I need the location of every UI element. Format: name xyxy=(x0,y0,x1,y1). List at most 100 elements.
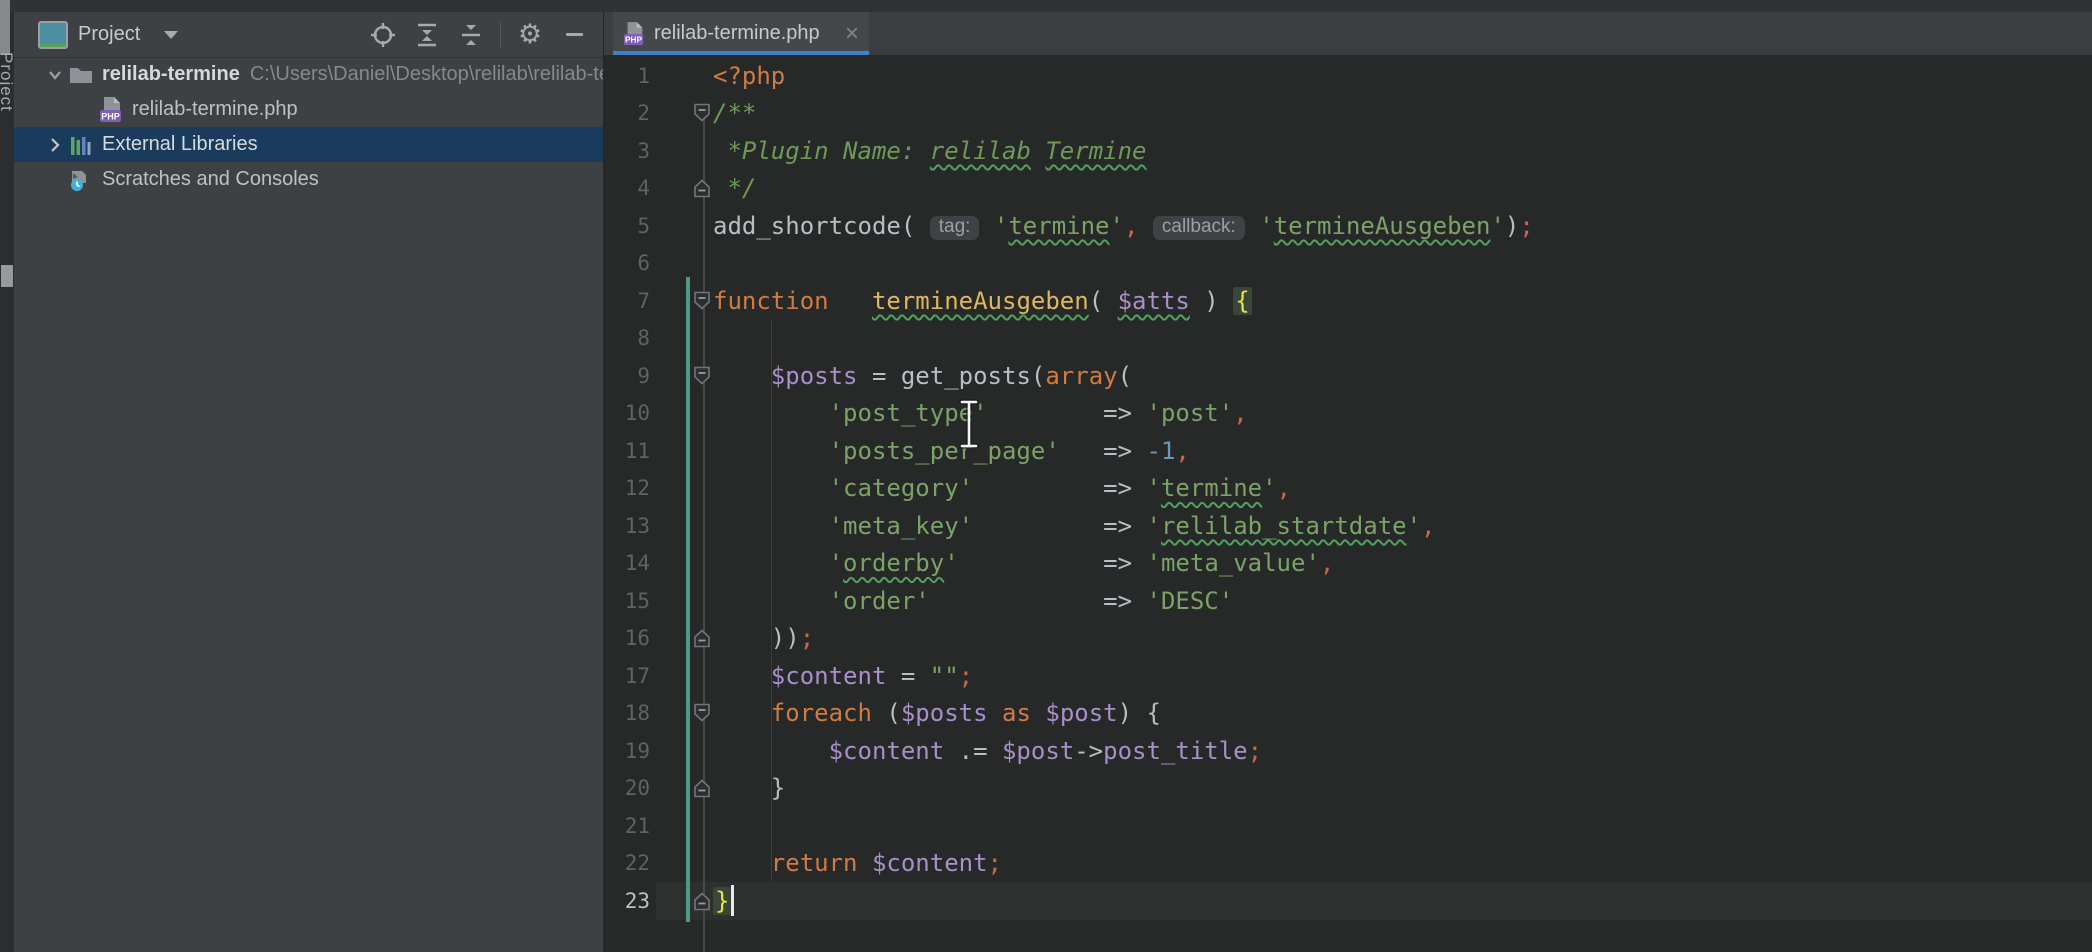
tab-relilab-termine-php[interactable]: PHP relilab-termine.php × xyxy=(613,12,869,55)
line-number[interactable]: 5 xyxy=(604,214,650,238)
code-text: )); xyxy=(713,624,814,652)
tree-item-scratches[interactable]: Scratches and Consoles xyxy=(14,162,603,197)
line-number[interactable]: 10 xyxy=(604,401,650,425)
line-number[interactable]: 12 xyxy=(604,476,650,500)
code-editor[interactable]: 1<?php2/**3 *Plugin Name: relilab Termin… xyxy=(604,55,2092,952)
libraries-icon xyxy=(68,132,94,158)
line-number[interactable]: 19 xyxy=(604,739,650,763)
fold-end-marker[interactable] xyxy=(692,777,712,799)
fold-end-marker[interactable] xyxy=(692,627,712,649)
code-line[interactable]: 20 } xyxy=(604,770,2092,808)
fold-start-marker[interactable] xyxy=(692,102,712,124)
code-line[interactable]: 15 'order' => 'DESC' xyxy=(604,582,2092,620)
code-line[interactable]: 14 'orderby' => 'meta_value', xyxy=(604,545,2092,583)
line-number[interactable]: 9 xyxy=(604,364,650,388)
project-panel: Project ⚙ relilab- xyxy=(14,12,603,952)
fold-end-marker[interactable] xyxy=(692,890,712,912)
folder-icon xyxy=(68,62,94,88)
tool-window-stripe: Project xyxy=(0,12,14,952)
code-line[interactable]: 18 foreach ($posts as $post) { xyxy=(604,695,2092,733)
scratches-icon xyxy=(68,167,94,193)
tree-item-label: relilab-termine xyxy=(102,63,240,86)
fold-start-marker[interactable] xyxy=(692,702,712,724)
line-number[interactable]: 20 xyxy=(604,776,650,800)
line-number[interactable]: 21 xyxy=(604,814,650,838)
code-text: $content = ""; xyxy=(713,662,973,690)
code-line[interactable]: 4 */ xyxy=(604,170,2092,208)
close-icon[interactable]: × xyxy=(845,22,859,46)
line-number[interactable]: 4 xyxy=(604,176,650,200)
hide-panel-icon[interactable] xyxy=(559,20,589,50)
line-number[interactable]: 11 xyxy=(604,439,650,463)
code-text: foreach ($posts as $post) { xyxy=(713,699,1161,727)
code-text: $content .= $post->post_title; xyxy=(713,737,1262,765)
chevron-right-icon[interactable] xyxy=(42,137,68,153)
line-number[interactable]: 17 xyxy=(604,664,650,688)
stripe-corner-block xyxy=(0,0,10,55)
code-line[interactable]: 17 $content = ""; xyxy=(604,657,2092,695)
chevron-down-icon[interactable] xyxy=(42,67,68,83)
code-text: function termineAusgeben( $atts ) { xyxy=(713,287,1252,315)
editor-lines: 1<?php2/**3 *Plugin Name: relilab Termin… xyxy=(604,57,2092,920)
tree-item-external-libraries[interactable]: External Libraries xyxy=(14,127,603,162)
toolbar-separator xyxy=(500,22,501,48)
line-number[interactable]: 3 xyxy=(604,139,650,163)
code-line[interactable]: 22 return $content; xyxy=(604,845,2092,883)
line-number[interactable]: 8 xyxy=(604,326,650,350)
line-number[interactable]: 6 xyxy=(604,251,650,275)
code-line[interactable]: 7 function termineAusgeben( $atts ) { xyxy=(604,282,2092,320)
line-number[interactable]: 7 xyxy=(604,289,650,313)
svg-text:PHP: PHP xyxy=(101,111,120,121)
code-line[interactable]: 10 'post_type' => 'post', xyxy=(604,395,2092,433)
editor-caret xyxy=(731,885,734,916)
ide-window: { "stripe": { "tool_label": "Project" },… xyxy=(0,0,2092,952)
code-text: 'order' => 'DESC' xyxy=(713,587,1233,615)
code-line[interactable]: 16 )); xyxy=(604,620,2092,658)
line-number[interactable]: 14 xyxy=(604,551,650,575)
project-window-icon xyxy=(38,21,68,49)
code-line[interactable]: 2/** xyxy=(604,95,2092,133)
code-line[interactable]: 13 'meta_key' => 'relilab_startdate', xyxy=(604,507,2092,545)
line-number[interactable]: 23 xyxy=(604,889,650,913)
code-line[interactable]: 9 $posts = get_posts(array( xyxy=(604,357,2092,395)
code-line[interactable]: 11 'posts_per_page' => -1, xyxy=(604,432,2092,470)
code-line[interactable]: 6 xyxy=(604,245,2092,283)
line-number[interactable]: 1 xyxy=(604,64,650,88)
php-file-icon: PHP xyxy=(98,97,124,123)
code-line[interactable]: 3 *Plugin Name: relilab Termine xyxy=(604,132,2092,170)
tree-item-label: Scratches and Consoles xyxy=(102,168,319,191)
locate-file-icon[interactable] xyxy=(368,20,398,50)
code-text: $posts = get_posts(array( xyxy=(713,362,1132,390)
code-text: 'posts_per_page' => -1, xyxy=(713,437,1190,465)
svg-text:PHP: PHP xyxy=(625,35,642,44)
line-number[interactable]: 15 xyxy=(604,589,650,613)
tree-item-php-file[interactable]: PHP relilab-termine.php xyxy=(14,92,603,127)
code-text: } xyxy=(713,887,731,915)
project-panel-title[interactable]: Project xyxy=(78,23,140,46)
stripe-tool-icon[interactable] xyxy=(1,265,13,287)
line-number[interactable]: 18 xyxy=(604,701,650,725)
tab-label: relilab-termine.php xyxy=(654,22,820,45)
chevron-down-icon[interactable] xyxy=(164,31,178,39)
tree-item-root-folder[interactable]: relilab-termine C:\Users\Daniel\Desktop\… xyxy=(14,57,603,92)
line-number[interactable]: 22 xyxy=(604,851,650,875)
tree-item-path: C:\Users\Daniel\Desktop\relilab\relilab-… xyxy=(250,63,603,86)
code-line[interactable]: 5 add_shortcode( tag: 'termine', callback… xyxy=(604,207,2092,245)
code-line[interactable]: 21 xyxy=(604,807,2092,845)
fold-start-marker[interactable] xyxy=(692,365,712,387)
code-line[interactable]: 12 'category' => 'termine', xyxy=(604,470,2092,508)
line-number[interactable]: 16 xyxy=(604,626,650,650)
collapse-all-icon[interactable] xyxy=(456,20,486,50)
code-text: add_shortcode( tag: 'termine', callback:… xyxy=(713,212,1534,240)
vcs-change-bar[interactable] xyxy=(686,277,690,922)
settings-gear-icon[interactable]: ⚙ xyxy=(515,20,545,50)
code-line[interactable]: 23} xyxy=(604,882,2092,920)
expand-all-icon[interactable] xyxy=(412,20,442,50)
code-line[interactable]: 8 xyxy=(604,320,2092,358)
code-line[interactable]: 19 $content .= $post->post_title; xyxy=(604,732,2092,770)
code-line[interactable]: 1<?php xyxy=(604,57,2092,95)
line-number[interactable]: 2 xyxy=(604,101,650,125)
line-number[interactable]: 13 xyxy=(604,514,650,538)
fold-end-marker[interactable] xyxy=(692,177,712,199)
fold-start-marker[interactable] xyxy=(692,290,712,312)
